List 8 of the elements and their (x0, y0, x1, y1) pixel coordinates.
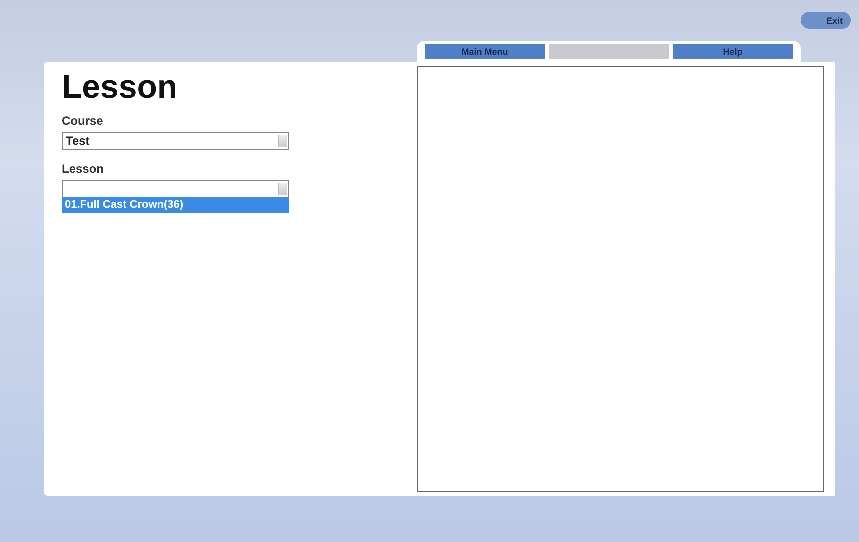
course-label: Course (62, 114, 104, 128)
dropdown-option[interactable]: 01.Full Cast Crown(36) (62, 197, 289, 213)
lesson-label: Lesson (62, 162, 106, 176)
exit-button[interactable]: Exit (801, 12, 851, 29)
page-title: Lesson (62, 68, 179, 106)
tab[interactable]: Main Menu (425, 44, 545, 59)
course-dropdown[interactable]: Test (62, 132, 289, 150)
tab[interactable]: Help (673, 44, 793, 59)
